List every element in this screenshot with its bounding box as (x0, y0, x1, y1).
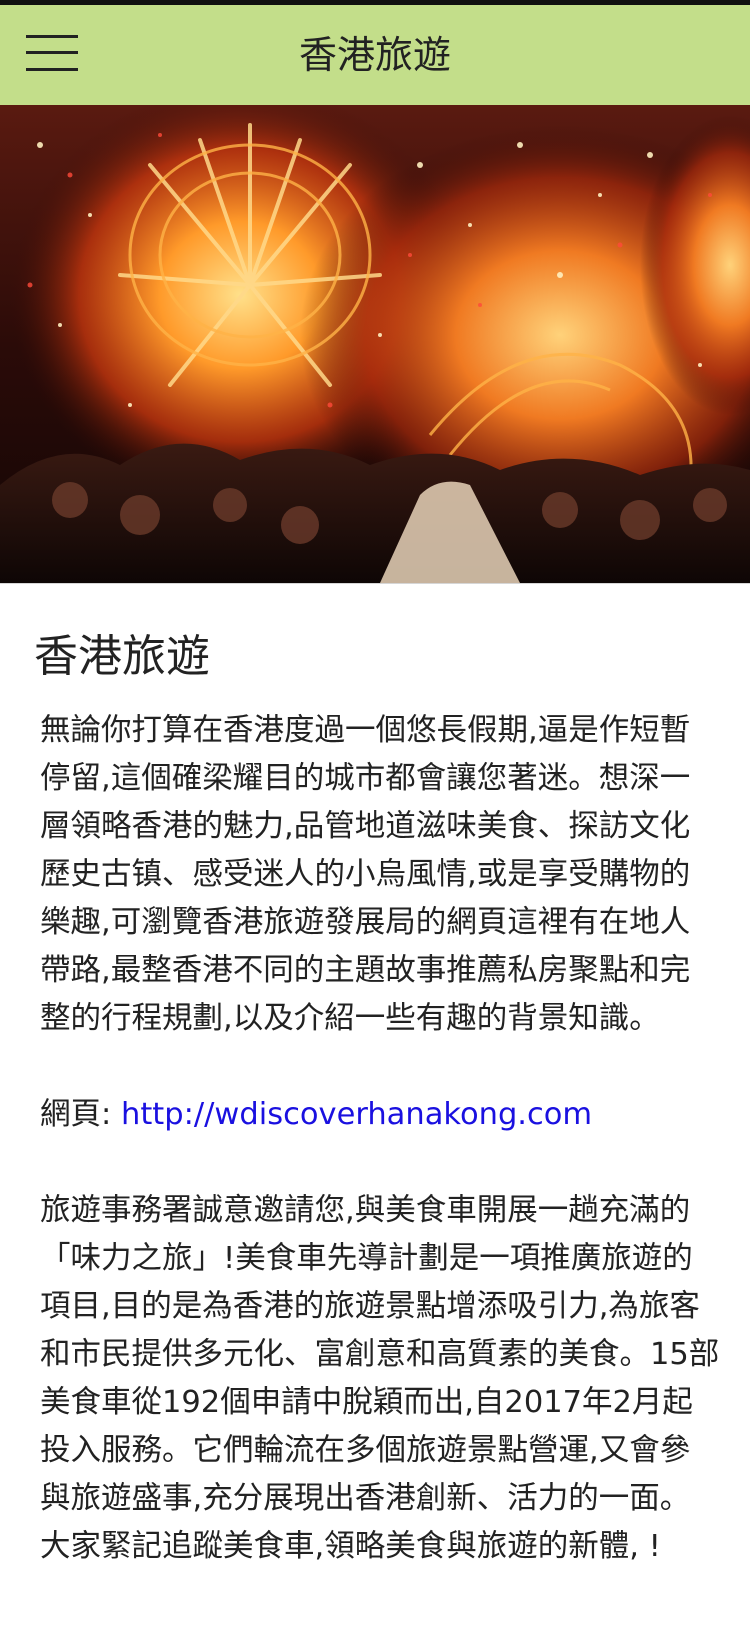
hero-image (0, 105, 750, 584)
app-bar: 香港旅遊 (0, 5, 750, 105)
app-title: 香港旅遊 (298, 33, 451, 77)
website-line: 網頁: http://wdiscoverhanakong.com (40, 1091, 592, 1139)
article-paragraph-2: 旅遊事務署誠意邀請您,與美食車開展一趟充滿的「味力之旅」!美食車先導計劃是一項推… (40, 1193, 720, 1564)
website-label: 網頁: (40, 1097, 121, 1132)
website-link[interactable]: http://wdiscoverhanakong.com (121, 1097, 592, 1132)
article-paragraph-1: 無論你打算在香港度過一個悠長假期,逼是作短暫停留,這個確梁耀目的城市都會讓您著迷… (40, 713, 691, 1036)
dragon-dance-photo (0, 105, 750, 583)
article-title: 香港旅遊 (34, 631, 210, 682)
